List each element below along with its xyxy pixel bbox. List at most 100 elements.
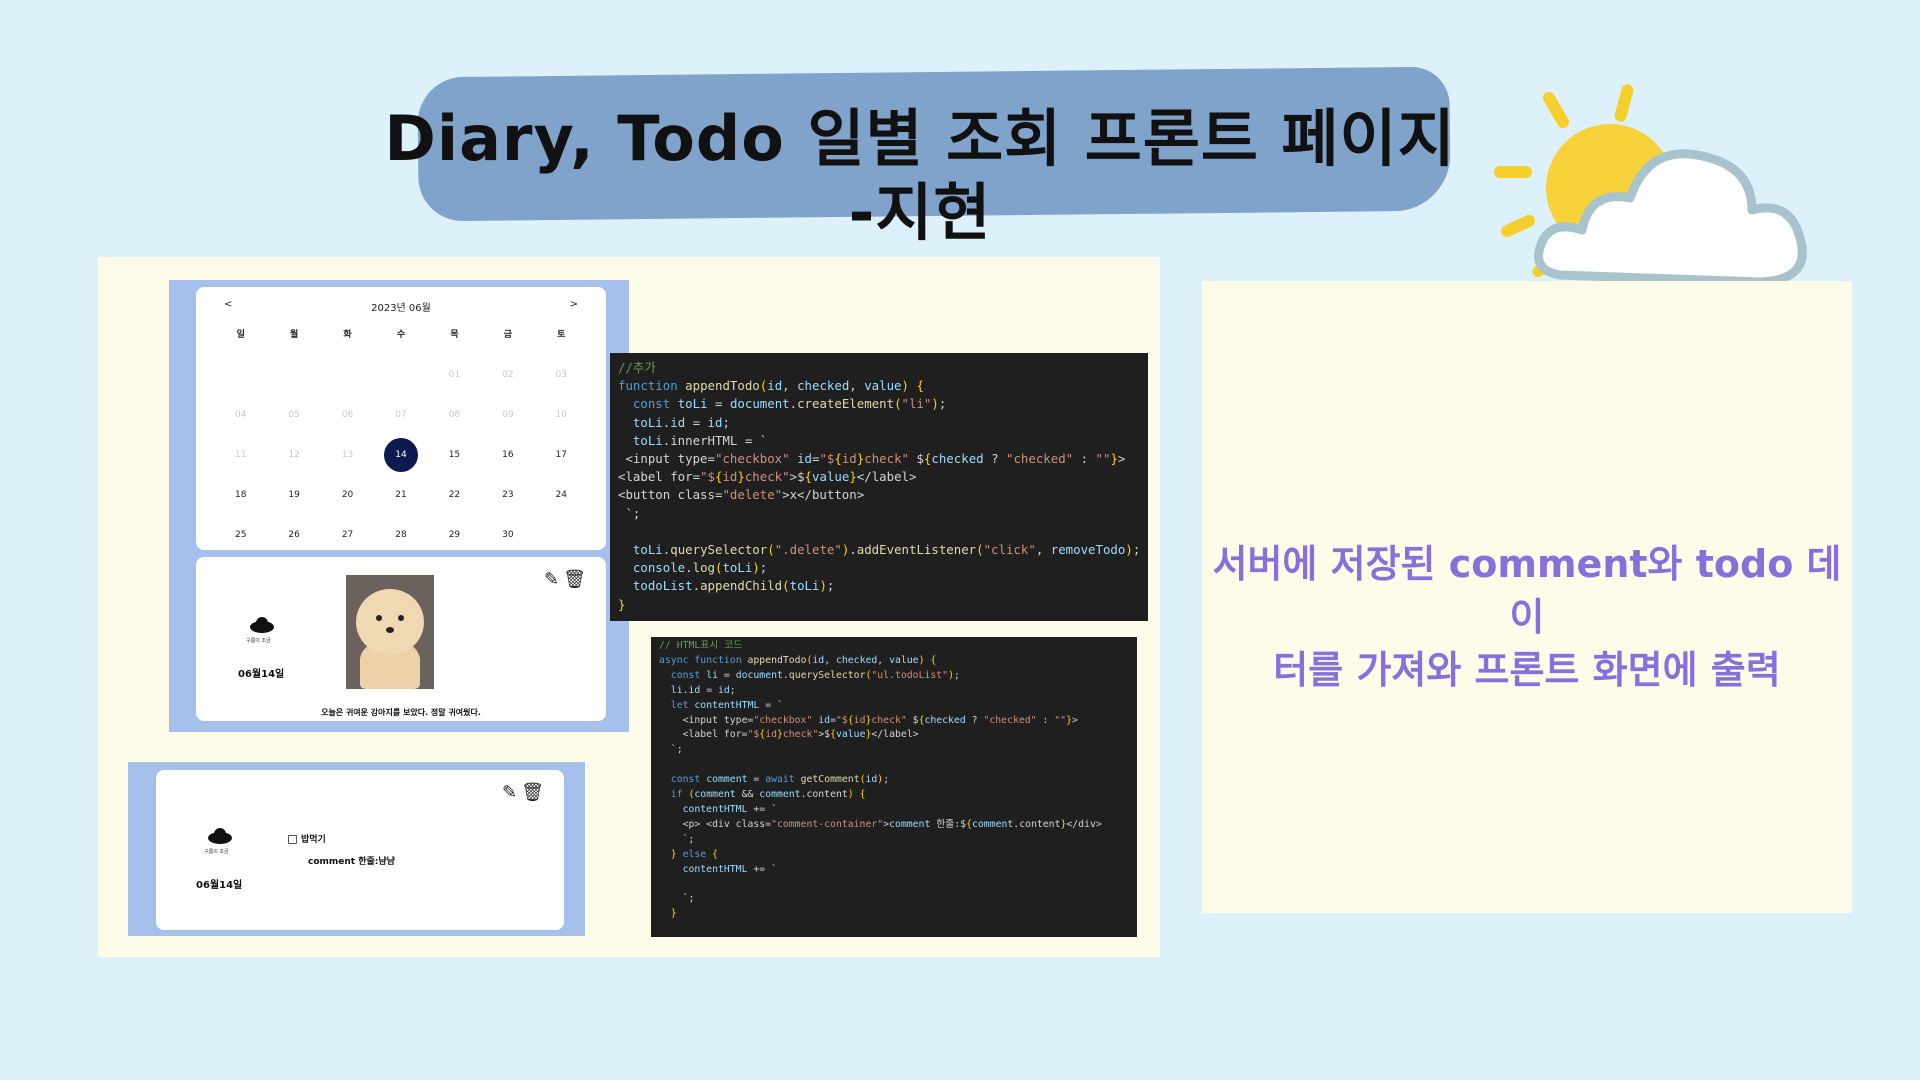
calendar-day[interactable]: 01	[428, 355, 481, 395]
calendar-day	[214, 355, 267, 395]
code-line: console.log(toLi);	[632, 560, 768, 576]
calendar-day[interactable]: 20	[321, 475, 374, 515]
code-line: }	[618, 596, 626, 612]
code-line: }	[670, 908, 677, 920]
edit-icon[interactable]: ✎	[544, 569, 559, 590]
weekday-label: 토	[557, 330, 566, 340]
diary-photo	[346, 575, 434, 689]
code-block-html-display: // HTML표시 코드 async function appendTodo(id…	[651, 637, 1137, 937]
calendar-day[interactable]: 15	[428, 435, 481, 475]
code-line: let contentHTML = `	[670, 699, 783, 711]
code-line: todoList.appendChild(toLi);	[632, 578, 835, 594]
calendar-day[interactable]: 24	[535, 475, 588, 515]
calendar-day[interactable]: 03	[535, 355, 588, 395]
todo-item-label: 밥먹기	[301, 835, 326, 845]
calendar-day	[374, 355, 427, 395]
page-title: Diary, Todo 일별 조회 프론트 페이지 -지현	[340, 100, 1500, 251]
calendar-day[interactable]: 22	[428, 475, 481, 515]
calendar-day[interactable]: 29	[428, 515, 481, 555]
calendar-day[interactable]: 21	[374, 475, 427, 515]
calendar-day[interactable]: 17	[535, 435, 588, 475]
code-line: async function appendTodo(id, checked, v…	[659, 654, 937, 666]
todo-item[interactable]: 밥먹기	[288, 832, 326, 845]
code-line: `;	[618, 505, 641, 521]
code-line: toLi.innerHTML = `	[632, 432, 768, 448]
weekday-label: 수	[396, 330, 406, 340]
calendar-day[interactable]: 05	[267, 395, 320, 435]
next-month-button[interactable]: >	[570, 299, 578, 310]
todo-checkbox[interactable]	[288, 835, 297, 844]
calendar-day	[267, 355, 320, 395]
trash-icon[interactable]: 🗑	[521, 782, 544, 803]
calendar-day[interactable]: 08	[428, 395, 481, 435]
code-line: li.id = id;	[670, 684, 736, 696]
code-line: <label for="${id}check">${value}</label>	[659, 729, 919, 741]
calendar-day[interactable]: 02	[481, 355, 534, 395]
description-line2: 터를 가져와 프론트 화면에 출력	[1273, 648, 1781, 693]
code-line: toLi.id = id;	[632, 414, 730, 430]
calendar-day	[535, 515, 588, 555]
code-line: function appendTodo(id, checked, value) …	[618, 378, 924, 394]
code-line: toLi.querySelector(".delete").addEventLi…	[632, 542, 1141, 558]
weekday-label: 일	[236, 330, 245, 340]
diary-actions: ✎ 🗑	[544, 569, 586, 590]
calendar-day[interactable]: 16	[481, 435, 534, 475]
code-line: // HTML표시 코드	[659, 640, 743, 651]
code-line: `;	[659, 833, 695, 845]
code-line: `;	[659, 744, 683, 756]
calendar-day[interactable]: 25	[214, 515, 267, 555]
calendar-day[interactable]: 06	[321, 395, 374, 435]
calendar-day-selected[interactable]: 14	[374, 435, 427, 475]
code-line: contentHTML += `	[682, 863, 777, 875]
calendar-day[interactable]: 11	[214, 435, 267, 475]
page-title-line2: -지현	[848, 175, 992, 249]
description-line1: 서버에 저장된 comment와 todo 데이	[1212, 542, 1842, 640]
diary-text: 오늘은 귀여운 강아지를 보았다. 정말 귀여웠다.	[321, 708, 481, 717]
trash-icon[interactable]: 🗑	[563, 569, 586, 590]
code-line: <button class="delete">x</button>	[618, 487, 865, 503]
code-line: `;	[659, 893, 695, 905]
diary-card: 구름이 조금 06월14일 ✎ 🗑 오늘은 귀여운 강아지를 보았다. 정말 귀…	[196, 557, 606, 721]
todo-card: 구름이 조금 06월14일 밥먹기 comment 한줄:냠냠 ✎ 🗑	[156, 770, 564, 930]
cloud-icon	[246, 617, 276, 633]
code-line: } else {	[670, 848, 719, 860]
calendar-grid: 일 월 화 수 목 금 토 01 02 03 04 05 06 07 08 09 10 11 12 13 14 15 16 1…	[214, 327, 588, 555]
weekday-label: 금	[503, 330, 512, 340]
weekday-label: 목	[450, 330, 459, 340]
weekday-label: 월	[289, 330, 299, 340]
code-line: const toLi = document.createElement("li"…	[632, 396, 947, 412]
code-line: //추가	[618, 360, 656, 375]
code-line: <input type="checkbox" id="${id}check" $…	[659, 714, 1078, 726]
cloud-icon	[204, 828, 234, 844]
todo-date: 06월14일	[196, 880, 243, 891]
calendar-day[interactable]: 18	[214, 475, 267, 515]
calendar-day[interactable]: 27	[321, 515, 374, 555]
code-line: const comment = await getComment(id);	[670, 774, 890, 786]
code-line: <p> <div class="comment-container">comme…	[659, 818, 1102, 830]
calendar-day[interactable]: 04	[214, 395, 267, 435]
calendar-day	[321, 355, 374, 395]
calendar-day[interactable]: 10	[535, 395, 588, 435]
edit-icon[interactable]: ✎	[502, 782, 517, 803]
calendar-day[interactable]: 19	[267, 475, 320, 515]
calendar-day[interactable]: 09	[481, 395, 534, 435]
sun-cloud-icon	[1494, 84, 1807, 287]
page-title-line1: Diary, Todo 일별 조회 프론트 페이지	[384, 102, 1456, 175]
calendar-day[interactable]: 23	[481, 475, 534, 515]
calendar-day[interactable]: 26	[267, 515, 320, 555]
calendar-day[interactable]: 07	[374, 395, 427, 435]
calendar: < 2023년 06월 > 일 월 화 수 목 금 토 01 02 03 04 05 06 07 08 09 1…	[196, 287, 606, 550]
calendar-day[interactable]: 28	[374, 515, 427, 555]
todo-actions: ✎ 🗑	[502, 782, 544, 803]
code-block-append-todo: //추가 function appendTodo(id, checked, val…	[610, 353, 1148, 621]
weekday-label: 화	[343, 330, 352, 340]
code-line: <label for="${id}check">${value}</label>	[618, 469, 917, 485]
calendar-month-label: 2023년 06월	[371, 303, 431, 314]
calendar-day[interactable]: 12	[267, 435, 320, 475]
description-text: 서버에 저장된 comment와 todo 데이 터를 가져와 프론트 화면에 …	[1202, 538, 1852, 698]
calendar-day[interactable]: 13	[321, 435, 374, 475]
calendar-day[interactable]: 30	[481, 515, 534, 555]
